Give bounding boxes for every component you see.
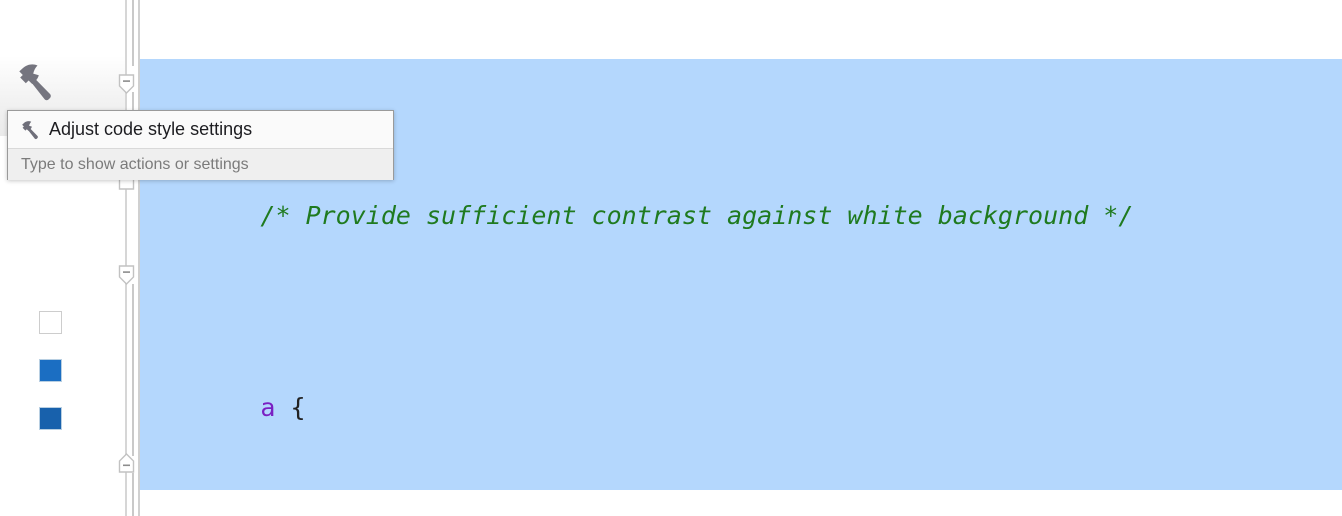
color-swatch-white[interactable] bbox=[39, 311, 62, 334]
fold-marker-a-start[interactable] bbox=[118, 74, 135, 94]
code-line: a { bbox=[140, 336, 1342, 422]
editor-left-edge-divider bbox=[138, 0, 140, 516]
fold-collapse-icon bbox=[118, 265, 135, 285]
color-swatch-dark-blue[interactable] bbox=[39, 407, 62, 430]
hammer-glyph bbox=[19, 64, 51, 101]
fold-marker-btn-end[interactable] bbox=[118, 453, 135, 473]
popup-action-row[interactable]: Adjust code style settings bbox=[8, 111, 393, 149]
fold-marker-btn-start[interactable] bbox=[118, 265, 135, 285]
code-text-area[interactable]: /* Provide sufficient contrast against w… bbox=[140, 0, 1342, 516]
fold-collapse-icon bbox=[118, 74, 135, 94]
code-token-selector: a bbox=[260, 393, 276, 422]
hammer-icon bbox=[18, 119, 40, 141]
popup-hint-row: Type to show actions or settings bbox=[8, 149, 393, 180]
app-root: /* Provide sufficient contrast against w… bbox=[0, 0, 1342, 516]
editor-gutter[interactable] bbox=[0, 0, 126, 516]
popup-hint-text: Type to show actions or settings bbox=[21, 155, 249, 173]
adjust-code-style-popup[interactable]: Adjust code style settings Type to show … bbox=[7, 110, 394, 180]
code-token-punct: { bbox=[275, 393, 306, 422]
fold-guide-line-bottom bbox=[132, 473, 134, 516]
hammer-icon[interactable] bbox=[11, 60, 55, 104]
code-token-comment: /* Provide sufficient contrast against w… bbox=[260, 201, 1134, 230]
fold-guide-line-top bbox=[132, 0, 134, 66]
hammer-glyph bbox=[22, 120, 38, 139]
color-swatch-blue[interactable] bbox=[39, 359, 62, 382]
fold-guide-line-btn bbox=[132, 284, 134, 456]
popup-title: Adjust code style settings bbox=[49, 119, 253, 139]
code-editor[interactable]: /* Provide sufficient contrast against w… bbox=[0, 0, 1342, 516]
fold-expand-icon bbox=[118, 453, 135, 473]
